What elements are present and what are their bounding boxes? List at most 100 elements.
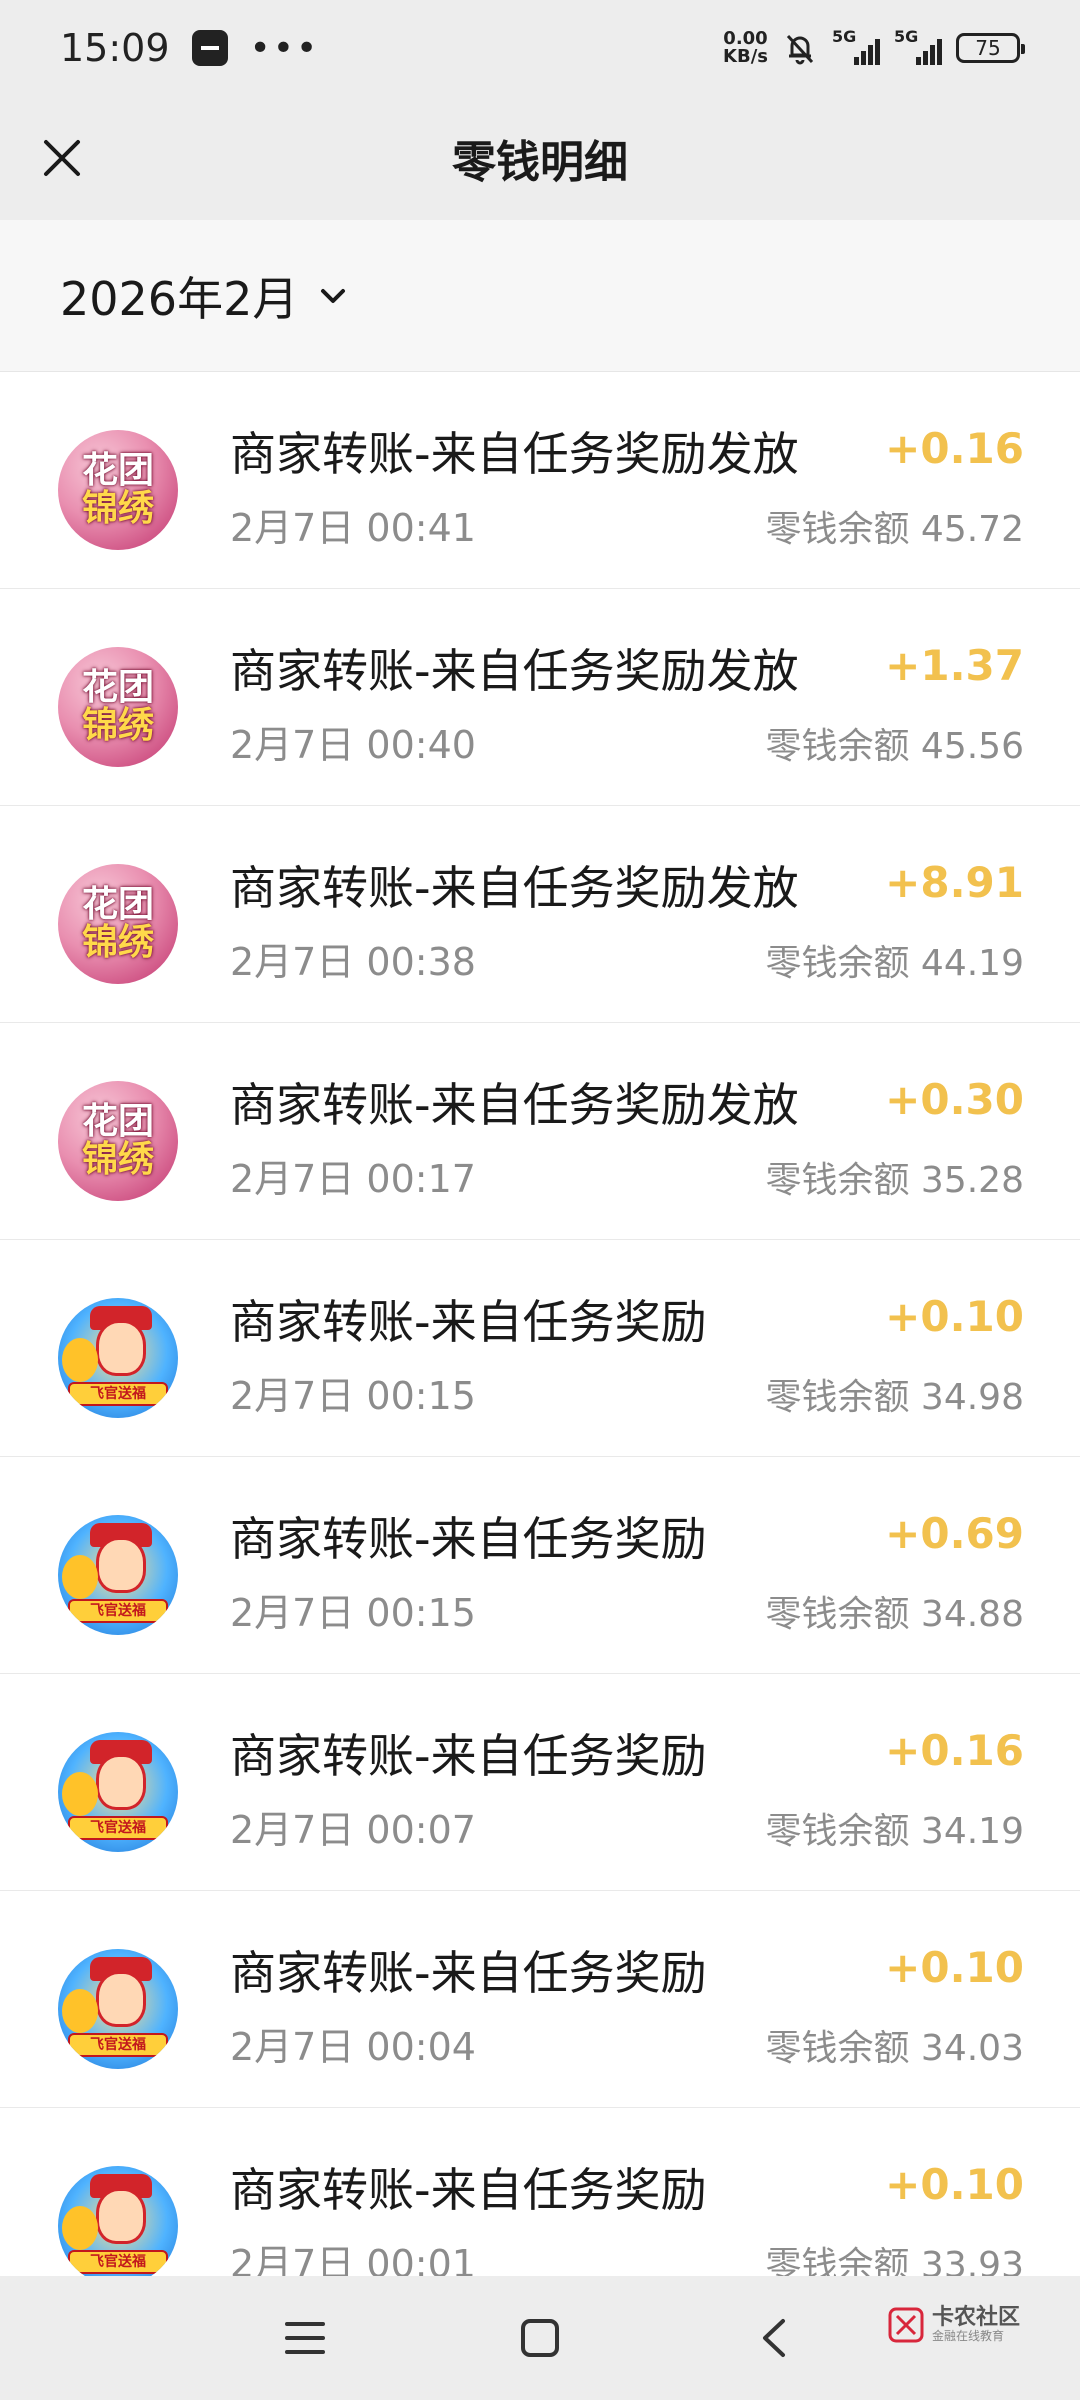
transaction-time: 2月7日 00:41 [230, 506, 476, 550]
close-button[interactable] [28, 124, 96, 192]
watermark-sub: 金融在线教育 [931, 2329, 1004, 2344]
fortune-god-logo-icon: 飞官送福 [58, 2166, 178, 2286]
transaction-time: 2月7日 00:40 [230, 723, 476, 767]
transaction-amount: +0.16 [885, 1726, 1024, 1775]
dragon-shape [62, 1772, 98, 1816]
transaction-title: 商家转账-来自任务奖励 [230, 1729, 707, 1783]
avatar-text-line1: 飞官送福 [68, 2250, 168, 2274]
menu-button[interactable] [275, 2308, 335, 2368]
merchant-avatar: 飞官送福 [58, 1515, 178, 1635]
avatar-text-line1: 花团 [81, 1101, 154, 1142]
face-shape [96, 2188, 146, 2244]
transaction-title: 商家转账-来自任务奖励 [230, 2163, 707, 2217]
transaction-amount: +0.10 [885, 1292, 1024, 1341]
transaction-list: 花团 锦绣 商家转账-来自任务奖励发放 2月7日 00:41 +0.16 零钱余… [0, 372, 1080, 2325]
transaction-amount: +0.10 [885, 1943, 1024, 1992]
transaction-balance: 零钱余额 35.28 [765, 1160, 1024, 1201]
transaction-amount: +0.16 [885, 424, 1024, 473]
avatar-text-line1: 飞官送福 [68, 1599, 168, 1623]
transaction-time: 2月7日 00:07 [230, 1808, 476, 1852]
flower-game-logo-icon: 花团 锦绣 [58, 864, 178, 984]
merchant-avatar: 花团 锦绣 [58, 430, 178, 550]
avatar-text-line2: 锦绣 [81, 488, 154, 529]
fortune-god-logo-icon: 飞官送福 [58, 1515, 178, 1635]
signal-bar [861, 51, 866, 65]
kanong-logo-icon [888, 2307, 924, 2343]
back-chevron-icon [763, 2319, 785, 2357]
signal-bar [875, 39, 880, 65]
signal-2: 5G [894, 27, 942, 65]
transaction-balance: 零钱余额 34.88 [765, 1594, 1024, 1635]
signal-bar [937, 39, 942, 65]
transaction-row[interactable]: 花团 锦绣 商家转账-来自任务奖励发放 2月7日 00:41 +0.16 零钱余… [0, 372, 1080, 589]
transaction-title: 商家转账-来自任务奖励 [230, 1295, 707, 1349]
transaction-title: 商家转账-来自任务奖励发放 [230, 644, 799, 698]
status-right: 0.00 KB/s 5G 5G 75 [723, 27, 1025, 66]
avatar-text-line1: 飞官送福 [68, 1816, 168, 1840]
dragon-shape [62, 2206, 98, 2250]
transaction-row[interactable]: 花团 锦绣 商家转账-来自任务奖励发放 2月7日 00:38 +8.91 零钱余… [0, 806, 1080, 1023]
avatar-text-line1: 飞官送福 [68, 2033, 168, 2057]
transaction-row[interactable]: 飞官送福 商家转账-来自任务奖励 2月7日 00:15 +0.10 零钱余额 3… [0, 1240, 1080, 1457]
transaction-title: 商家转账-来自任务奖励 [230, 1946, 707, 2000]
avatar-text-line1: 飞官送福 [68, 1382, 168, 1406]
signal-1: 5G [832, 27, 880, 65]
nav-bar: 零钱明细 [0, 96, 1080, 220]
transaction-row[interactable]: 花团 锦绣 商家转账-来自任务奖励发放 2月7日 00:40 +1.37 零钱余… [0, 589, 1080, 806]
merchant-avatar: 花团 锦绣 [58, 1081, 178, 1201]
transaction-row[interactable]: 飞官送福 商家转账-来自任务奖励 2月7日 00:15 +0.69 零钱余额 3… [0, 1457, 1080, 1674]
mute-bell-icon [786, 34, 814, 65]
dragon-shape [62, 1555, 98, 1599]
face-shape [96, 1537, 146, 1593]
transaction-time: 2月7日 00:38 [230, 940, 476, 984]
transaction-title: 商家转账-来自任务奖励发放 [230, 427, 799, 481]
status-bar: 15:09 ••• 0.00 KB/s 5G 5G 75 [0, 0, 1080, 96]
net-speed: 0.00 KB/s [723, 30, 768, 66]
menu-icon [285, 2322, 325, 2354]
transaction-amount: +0.69 [885, 1509, 1024, 1558]
transaction-row[interactable]: 飞官送福 商家转账-来自任务奖励 2月7日 00:04 +0.10 零钱余额 3… [0, 1891, 1080, 2108]
dragon-shape [62, 1989, 98, 2033]
status-left: 15:09 ••• [60, 26, 319, 70]
transaction-time: 2月7日 00:17 [230, 1157, 476, 1201]
avatar-text-line2: 锦绣 [81, 922, 154, 963]
signal-bar [916, 57, 921, 65]
close-icon [44, 140, 80, 176]
transaction-row[interactable]: 花团 锦绣 商家转账-来自任务奖励发放 2月7日 00:17 +0.30 零钱余… [0, 1023, 1080, 1240]
fortune-god-logo-icon: 飞官送福 [58, 1949, 178, 2069]
watermark: 卡农社区 金融在线教育 [888, 2305, 1020, 2344]
recorder-app-icon [191, 30, 228, 66]
month-selector[interactable]: 2026年2月 [60, 263, 350, 329]
avatar-text-line2: 锦绣 [81, 705, 154, 746]
home-square-icon [521, 2319, 559, 2357]
month-label: 2026年2月 [60, 271, 299, 326]
signal-2-label: 5G [894, 27, 919, 46]
signal-bar [868, 45, 873, 65]
home-button[interactable] [510, 2308, 570, 2368]
transaction-amount: +0.10 [885, 2160, 1024, 2209]
flower-game-logo-icon: 花团 锦绣 [58, 1081, 178, 1201]
face-shape [96, 1320, 146, 1376]
signal-bar [923, 51, 928, 65]
system-nav-bar: 卡农社区 金融在线教育 [0, 2276, 1080, 2400]
transaction-balance: 零钱余额 45.56 [765, 726, 1024, 767]
chevron-down-icon [321, 288, 346, 303]
transaction-balance: 零钱余额 34.19 [765, 1811, 1024, 1852]
back-button[interactable] [745, 2308, 805, 2368]
transaction-balance: 零钱余额 44.19 [765, 943, 1024, 984]
merchant-avatar: 花团 锦绣 [58, 864, 178, 984]
merchant-avatar: 飞官送福 [58, 2166, 178, 2286]
transaction-row[interactable]: 飞官送福 商家转账-来自任务奖励 2月7日 00:07 +0.16 零钱余额 3… [0, 1674, 1080, 1891]
merchant-avatar: 花团 锦绣 [58, 647, 178, 767]
transaction-title: 商家转账-来自任务奖励 [230, 1512, 707, 1566]
transaction-balance: 零钱余额 34.03 [765, 2028, 1024, 2069]
dragon-shape [62, 1338, 98, 1382]
signal-bar [930, 45, 935, 65]
net-speed-unit: KB/s [723, 46, 768, 67]
fortune-god-logo-icon: 飞官送福 [58, 1732, 178, 1852]
signal-1-label: 5G [832, 27, 857, 46]
avatar-text-line2: 锦绣 [81, 1139, 154, 1180]
transaction-balance: 零钱余额 45.72 [765, 509, 1024, 550]
face-shape [96, 1754, 146, 1810]
transaction-title: 商家转账-来自任务奖励发放 [230, 1078, 799, 1132]
